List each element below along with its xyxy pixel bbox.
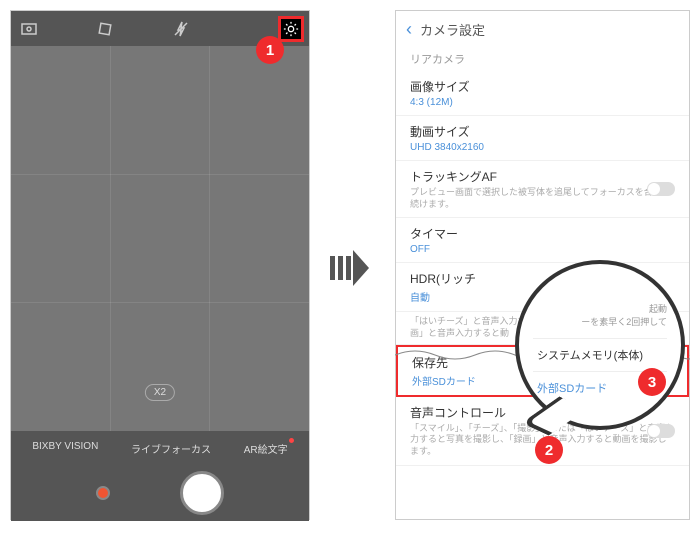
record-button[interactable]: [96, 486, 110, 500]
settings-title: カメラ設定: [420, 20, 485, 39]
camera-viewport[interactable]: X2: [11, 46, 309, 431]
zoom-badge[interactable]: X2: [145, 384, 175, 401]
setting-image-size[interactable]: 画像サイズ 4:3 (12M): [396, 71, 689, 116]
toggle-tracking-af[interactable]: [647, 182, 675, 196]
flash-icon[interactable]: [168, 16, 194, 42]
section-rear-camera: リアカメラ: [396, 47, 689, 71]
step-badge-3: 3: [638, 368, 666, 396]
camera-screen: X2 BIXBY VISION ライブフォーカス AR絵文字: [10, 10, 310, 520]
toggle-voice-control[interactable]: [647, 424, 675, 438]
setting-timer[interactable]: タイマー OFF: [396, 218, 689, 263]
mode-live-focus[interactable]: ライブフォーカス: [131, 441, 211, 456]
filter-icon[interactable]: [92, 16, 118, 42]
storage-popup-callout: 起動ーを素早く2回押して システムメモリ(本体) 外部SDカード: [515, 260, 685, 430]
back-icon[interactable]: ‹: [406, 19, 412, 40]
settings-icon[interactable]: [278, 16, 304, 42]
mode-ar-emoji[interactable]: AR絵文字: [244, 441, 288, 456]
arrow-icon: [330, 250, 369, 286]
step-badge-2: 2: [535, 436, 563, 464]
camera-bottom-bar: BIXBY VISION ライブフォーカス AR絵文字: [11, 431, 309, 521]
callout-hint: 起動ーを素早く2回押して: [533, 302, 667, 328]
aspect-ratio-icon[interactable]: [16, 16, 42, 42]
mode-bixby-vision[interactable]: BIXBY VISION: [32, 441, 98, 456]
settings-header: ‹ カメラ設定: [396, 11, 689, 47]
step-badge-1: 1: [256, 36, 284, 64]
shutter-button[interactable]: [180, 471, 224, 515]
option-internal-memory[interactable]: システムメモリ(本体): [533, 338, 667, 371]
setting-video-size[interactable]: 動画サイズ UHD 3840x2160: [396, 116, 689, 161]
setting-tracking-af[interactable]: トラッキングAF プレビュー画面で選択した被写体を追尾してフォーカスを合わせ続け…: [396, 161, 689, 218]
